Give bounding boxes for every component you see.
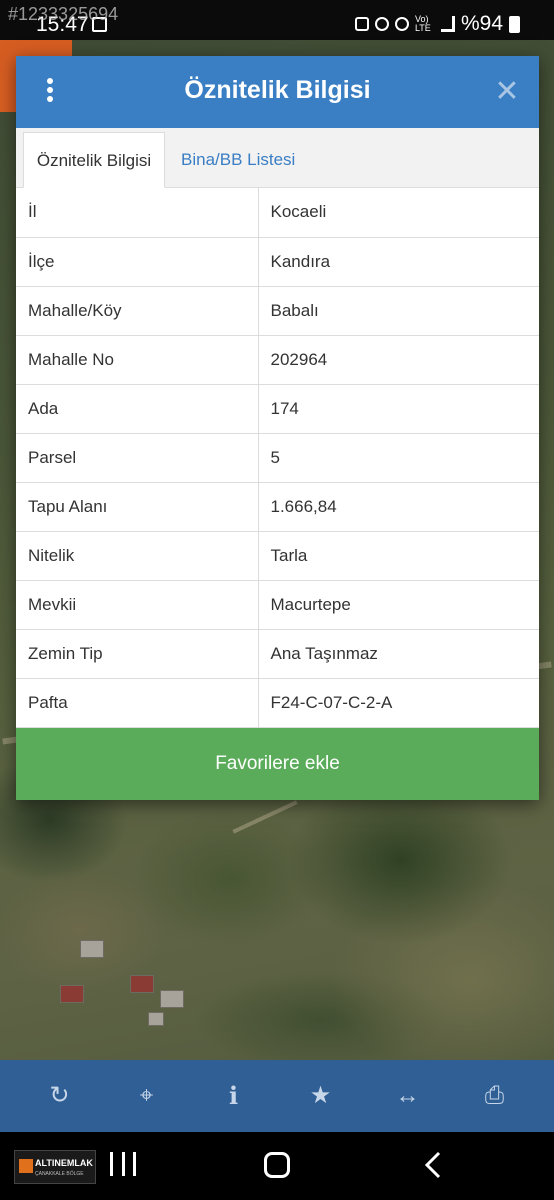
network-label: Vo) LTE <box>414 14 431 33</box>
add-to-favorites-button[interactable]: Favorilere ekle <box>16 728 539 800</box>
table-row: Mahalle No 202964 <box>16 335 539 385</box>
map-road <box>232 800 298 834</box>
logo-text: ALTINEMLAK <box>35 1158 93 1168</box>
table-row: İlçe Kandıra <box>16 237 539 287</box>
battery-percent: %94 <box>460 12 503 35</box>
attr-key: Nitelik <box>16 531 259 581</box>
map-building <box>148 1012 164 1026</box>
system-nav-bar: ALTINEMLAK ÇANAKKALE BÖLGE <box>0 1132 554 1200</box>
attr-key: Ada <box>16 384 259 434</box>
table-row: Nitelik Tarla <box>16 531 539 581</box>
attr-value: Babalı <box>258 286 539 336</box>
map-building <box>60 985 84 1003</box>
attr-key: Zemin Tip <box>16 629 259 679</box>
table-row: Mahalle/Köy Babalı <box>16 286 539 336</box>
attr-key: Mahalle/Köy <box>16 286 259 336</box>
attr-value: Macurtepe <box>258 580 539 630</box>
table-row: İl Kocaeli <box>16 188 539 238</box>
wifi-icon <box>394 17 409 31</box>
print-icon[interactable]: ⎙ <box>475 1076 515 1116</box>
table-row: Pafta F24-C-07-C-2-A <box>16 678 539 728</box>
table-row: Parsel 5 <box>16 433 539 483</box>
map-building <box>130 975 154 993</box>
altinemlak-logo: ALTINEMLAK ÇANAKKALE BÖLGE <box>14 1150 96 1184</box>
attr-value: F24-C-07-C-2-A <box>258 678 539 728</box>
map-building <box>80 940 104 958</box>
attribute-table: İl Kocaeli İlçe Kandıra Mahalle/Köy Babalı … <box>16 188 539 728</box>
alarm-icon <box>374 17 389 31</box>
attr-value: 1.666,84 <box>258 482 539 532</box>
recents-button[interactable] <box>110 1152 136 1178</box>
notification-icon <box>354 17 369 31</box>
tab-bar: Öznitelik Bilgisi Bina/BB Listesi <box>16 128 539 188</box>
attr-key: Mahalle No <box>16 335 259 385</box>
attr-key: İl <box>16 188 259 238</box>
attr-value: Ana Taşınmaz <box>258 629 539 679</box>
logo-mark <box>19 1159 33 1173</box>
watermark-id: #1233325694 <box>8 4 119 24</box>
star-icon[interactable]: ★ <box>301 1076 341 1116</box>
attr-key: Tapu Alanı <box>16 482 259 532</box>
map-building <box>160 990 184 1008</box>
attr-value: 5 <box>258 433 539 483</box>
locate-icon[interactable]: ⌖ <box>127 1076 167 1116</box>
refresh-icon[interactable]: ↻ <box>40 1076 80 1116</box>
table-row: Ada 174 <box>16 384 539 434</box>
map-toolbar: ↻ ⌖ i ★ ↔ ⎙ <box>0 1060 554 1132</box>
logo-subtitle: ÇANAKKALE BÖLGE <box>35 1171 84 1177</box>
table-row: Mevkii Macurtepe <box>16 580 539 630</box>
attr-key: Pafta <box>16 678 259 728</box>
battery-icon <box>509 15 520 33</box>
home-button[interactable] <box>264 1152 290 1178</box>
close-icon[interactable]: ✕ <box>493 74 521 110</box>
measure-icon[interactable]: ↔ <box>388 1076 428 1116</box>
attr-value: Kandıra <box>258 237 539 287</box>
dialog-title: Öznitelik Bilgisi <box>184 76 371 104</box>
attribute-dialog: Öznitelik Bilgisi ✕ Öznitelik Bilgisi Bi… <box>16 56 539 800</box>
signal-icon <box>440 16 455 32</box>
attr-value: 202964 <box>258 335 539 385</box>
info-icon[interactable]: i <box>214 1076 254 1116</box>
attr-value: Tarla <box>258 531 539 581</box>
attr-value: 174 <box>258 384 539 434</box>
table-row: Tapu Alanı 1.666,84 <box>16 482 539 532</box>
tab-attribute-info[interactable]: Öznitelik Bilgisi <box>23 132 165 188</box>
attr-key: Parsel <box>16 433 259 483</box>
attr-key: Mevkii <box>16 580 259 630</box>
attr-value: Kocaeli <box>258 188 539 238</box>
status-icons: Vo) LTE %94 <box>354 12 520 36</box>
tab-building-list[interactable]: Bina/BB Listesi <box>169 132 307 188</box>
back-button[interactable] <box>424 1150 442 1180</box>
dialog-header: Öznitelik Bilgisi ✕ <box>16 56 539 128</box>
attr-key: İlçe <box>16 237 259 287</box>
table-row: Zemin Tip Ana Taşınmaz <box>16 629 539 679</box>
